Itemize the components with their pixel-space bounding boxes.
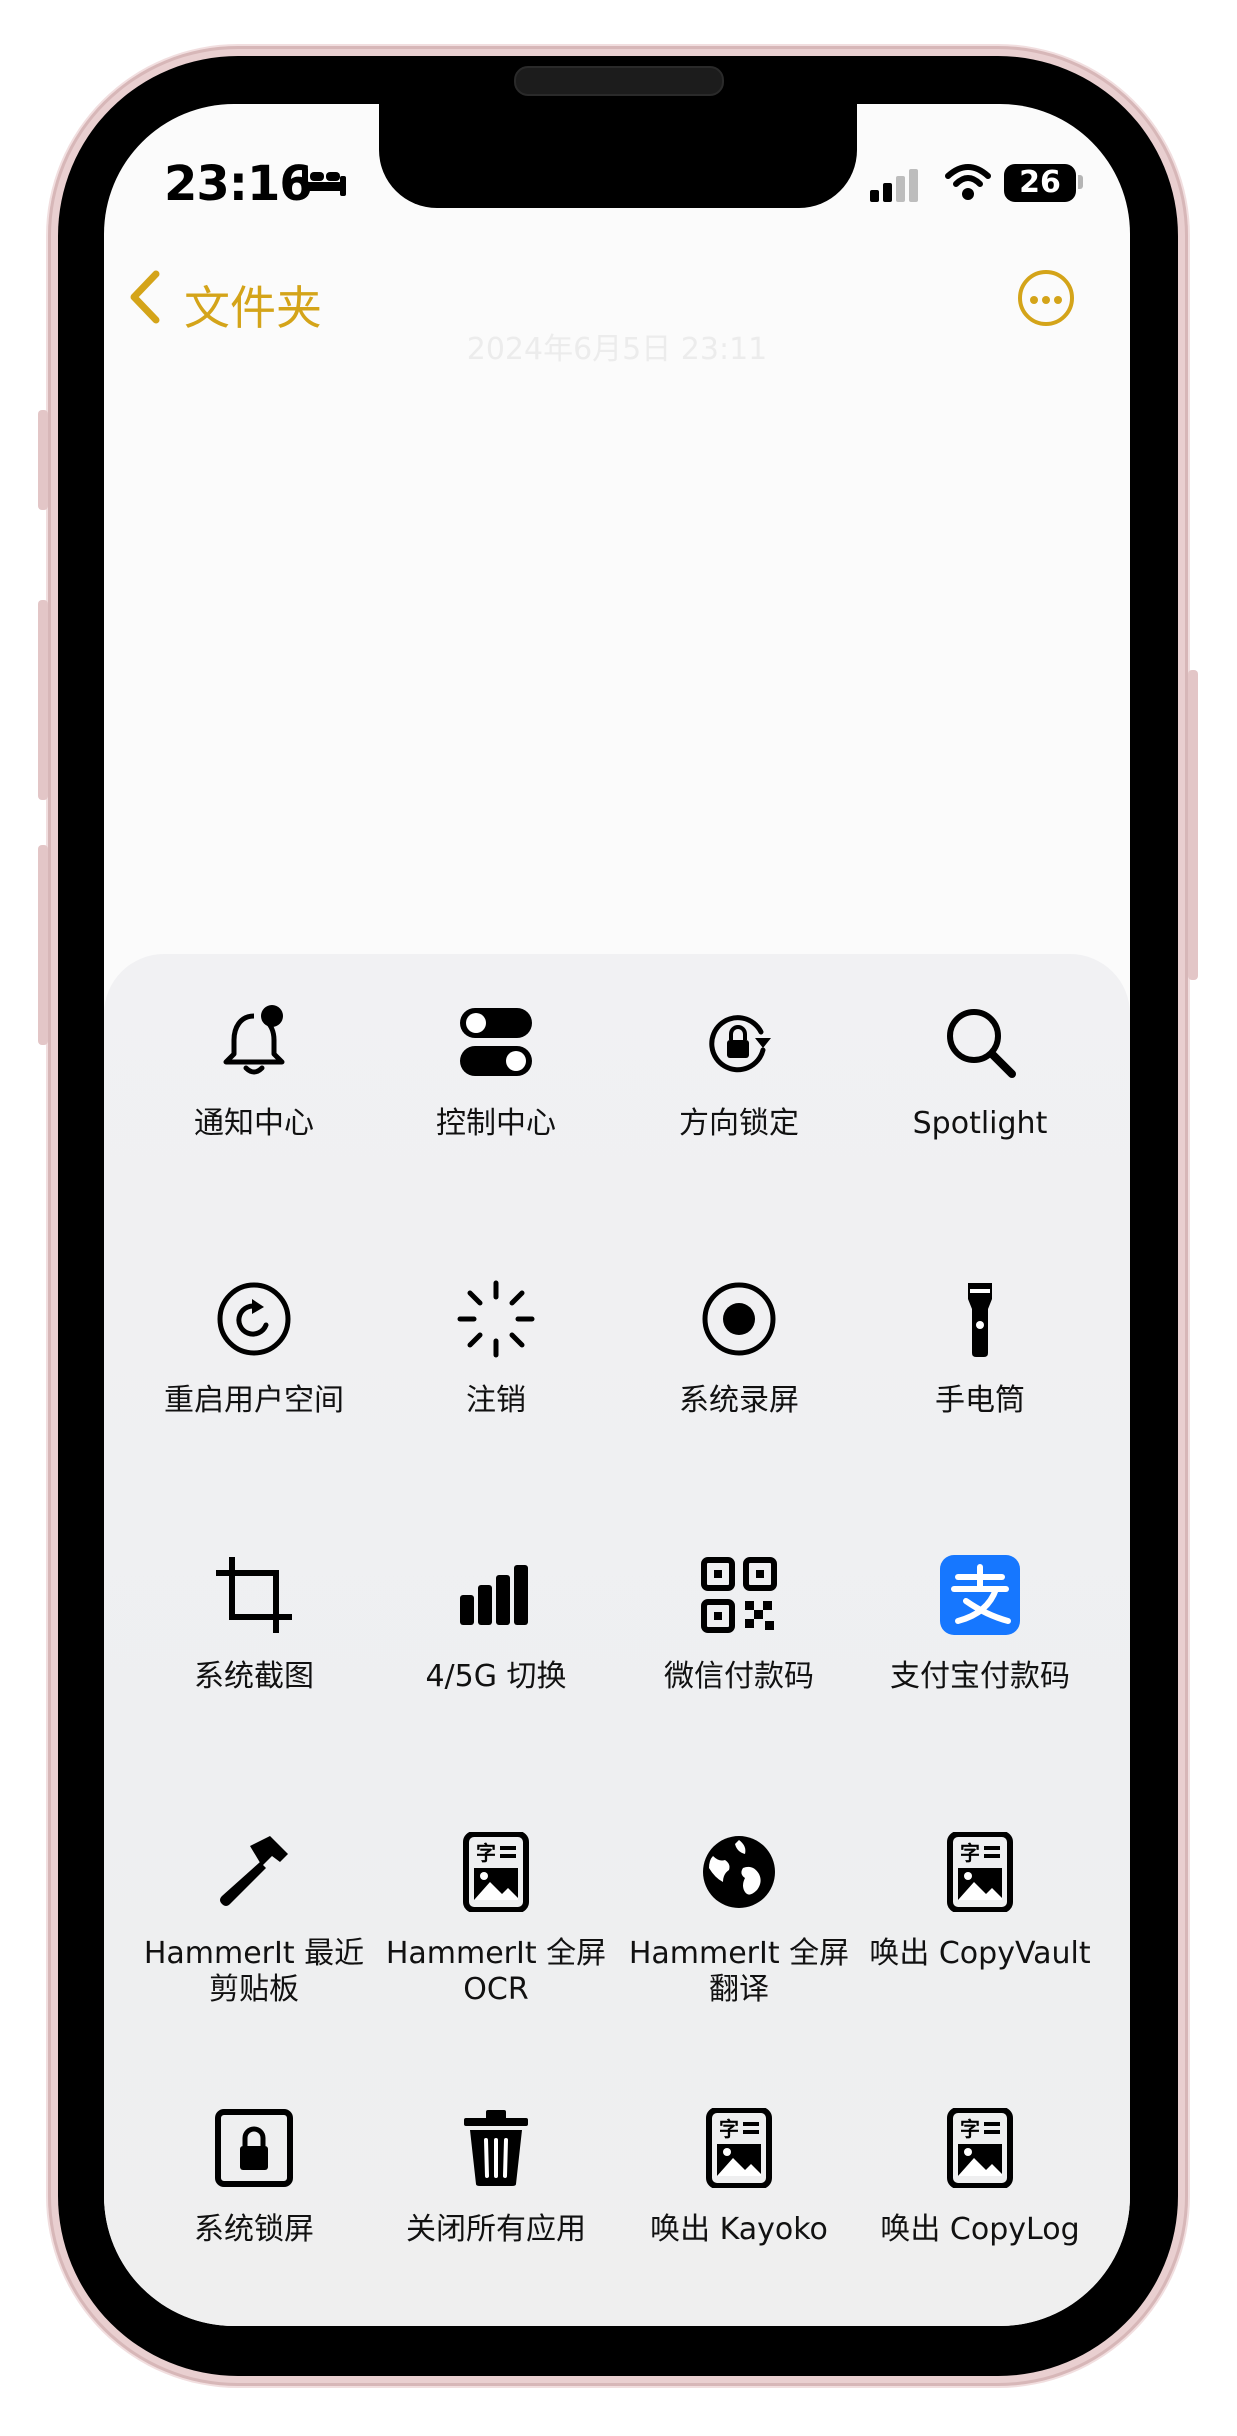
rotation-lock-icon <box>699 1002 779 1082</box>
back-chevron-icon[interactable] <box>128 270 162 324</box>
battery-nub <box>1078 175 1083 189</box>
shortcut-label: 4/5G 切换 <box>425 1659 567 1694</box>
crop-icon <box>214 1555 294 1635</box>
earpiece-speaker <box>514 66 724 96</box>
shortcut-label: 控制中心 <box>436 1106 556 1141</box>
shortcut-label: 方向锁定 <box>679 1106 799 1141</box>
text-image-icon: 字 <box>456 1832 536 1912</box>
ellipsis-circle-icon[interactable] <box>1018 270 1074 326</box>
restart-icon <box>214 1279 294 1359</box>
spinner-icon <box>456 1279 536 1359</box>
cellular-bars-icon <box>456 1555 536 1635</box>
magnifier-icon <box>940 1002 1020 1082</box>
svg-text:字: 字 <box>960 1841 980 1865</box>
bed-icon <box>302 168 346 196</box>
globe-icon <box>699 1832 779 1912</box>
volume-up-button <box>38 600 48 800</box>
shortcut-label: 关闭所有应用 <box>406 2212 586 2247</box>
text-image-icon: 字 <box>940 2108 1020 2188</box>
shortcut-label: 唤出 CopyLog <box>880 2212 1080 2247</box>
svg-text:字: 字 <box>476 1841 496 1865</box>
shortcut-label: 支付宝付款码 <box>890 1659 1070 1694</box>
shortcut-label: 微信付款码 <box>664 1659 814 1694</box>
qrcode-icon <box>699 1555 779 1635</box>
text-image-icon: 字 <box>699 2108 779 2188</box>
svg-text:字: 字 <box>960 2117 980 2141</box>
volume-down-button <box>38 845 48 1045</box>
shortcut-label: HammerIt 最近 剪贴板 <box>143 1936 365 2007</box>
notch <box>379 104 857 208</box>
shortcut-label: 唤出 CopyVault <box>869 1936 1091 1971</box>
svg-text:字: 字 <box>719 2117 739 2141</box>
alipay-icon <box>940 1555 1020 1635</box>
trash-icon <box>456 2108 536 2188</box>
shortcut-label: 系统录屏 <box>679 1383 799 1418</box>
shortcut-label: 系统锁屏 <box>194 2212 314 2247</box>
action-button <box>38 410 48 510</box>
hammer-icon <box>214 1832 294 1912</box>
record-icon <box>699 1279 779 1359</box>
shortcut-label: 重启用户空间 <box>164 1383 344 1418</box>
lock-screen-icon <box>214 2108 294 2188</box>
shortcut-label: 注销 <box>466 1383 526 1418</box>
status-time: 23:16 <box>164 156 313 212</box>
shortcut-label: 系统截图 <box>194 1659 314 1694</box>
switches-icon <box>456 1002 536 1082</box>
battery-icon: 26 <box>1004 164 1076 202</box>
shortcut-label: Spotlight <box>912 1106 1048 1141</box>
bell-badge-icon <box>214 1002 294 1082</box>
shortcut-panel: 通知中心 控制中心 方向锁定 Spotlight 重启用户空间 注销 系统录屏 手电筒系统截图… <box>104 954 1130 2326</box>
power-button <box>1188 670 1198 980</box>
shortcut-label: HammerIt 全屏 翻译 <box>628 1936 850 2007</box>
note-date: 2024年6月5日 23:11 <box>466 332 768 367</box>
wifi-icon <box>945 164 991 200</box>
shortcut-label: HammerIt 全屏 OCR <box>385 1936 607 2007</box>
shortcut-label: 唤出 Kayoko <box>650 2212 828 2247</box>
signal-icon <box>870 169 918 202</box>
shortcut-label: 通知中心 <box>194 1106 314 1141</box>
text-image-icon: 字 <box>940 1832 1020 1912</box>
shortcut-label: 手电筒 <box>935 1383 1025 1418</box>
flashlight-icon <box>940 1279 1020 1359</box>
screen: 23:16 26 文件夹 2024年6月5日 23:11 通知中心 控制中心 方向锁… <box>104 104 1130 2326</box>
